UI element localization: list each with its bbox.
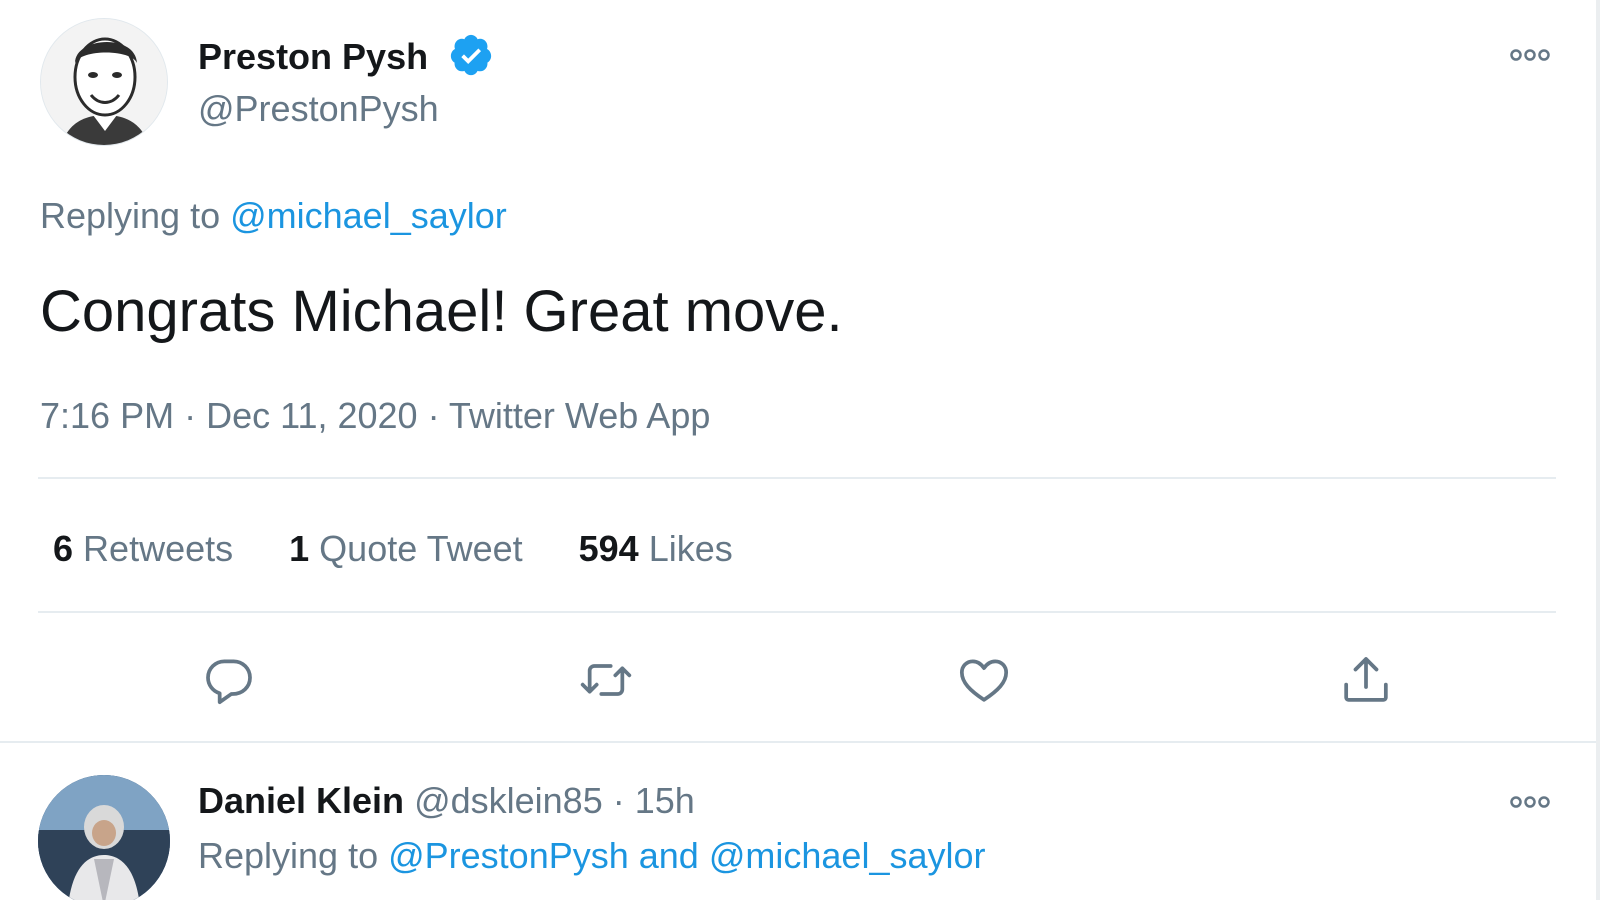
reply-header: Daniel Klein @dsklein85 · 15h: [198, 780, 695, 822]
quotes-label: Quote Tweet: [319, 528, 523, 569]
verified-badge-icon: [450, 34, 492, 76]
reply-author-avatar[interactable]: [38, 775, 170, 900]
reply-author-name[interactable]: Daniel Klein: [198, 780, 404, 821]
author-avatar[interactable]: [40, 18, 168, 146]
tweet-time[interactable]: 7:16 PM: [40, 395, 174, 436]
replying-to-prefix: Replying to: [40, 195, 231, 236]
author-name[interactable]: Preston Pysh: [198, 36, 428, 78]
reply-icon[interactable]: [201, 652, 257, 708]
likes-count: 594: [578, 528, 639, 569]
quotes-stat[interactable]: 1 Quote Tweet: [289, 528, 523, 570]
timeline-border: [1596, 0, 1600, 900]
reply-author-handle[interactable]: @dsklein85: [414, 780, 603, 821]
reply-time[interactable]: 15h: [635, 780, 695, 821]
replying-to-handle-2: @michael_saylor: [708, 835, 986, 876]
likes-label: Likes: [648, 528, 733, 569]
retweets-count: 6: [53, 528, 74, 569]
retweets-stat[interactable]: 6 Retweets: [53, 528, 233, 570]
retweets-label: Retweets: [83, 528, 234, 569]
more-options-icon[interactable]: [1506, 792, 1554, 812]
reply-replying-to-line: Replying to @PrestonPysh and @michael_sa…: [198, 835, 986, 877]
divider: [38, 611, 1556, 613]
avatar-photo: [38, 775, 170, 900]
tweet-metadata: 7:16 PM · Dec 11, 2020 · Twitter Web App: [40, 395, 710, 437]
reply-separator: ·: [602, 780, 635, 821]
author-handle[interactable]: @PrestonPysh: [198, 88, 439, 130]
avatar-portrait: [41, 19, 167, 145]
quotes-count: 1: [289, 528, 310, 569]
replying-to-line: Replying to @michael_saylor: [40, 195, 507, 237]
tweet-text: Congrats Michael! Great move.: [40, 279, 843, 344]
replying-to-prefix: Replying to: [198, 835, 389, 876]
replying-to-link[interactable]: @michael_saylor: [230, 195, 507, 236]
replying-to-link[interactable]: @PrestonPysh and @michael_saylor: [388, 835, 985, 876]
tweet-date[interactable]: Dec 11, 2020: [206, 395, 417, 436]
share-icon[interactable]: [1338, 652, 1394, 708]
retweet-icon[interactable]: [578, 652, 634, 708]
tweet-stats: 6 Retweets 1 Quote Tweet 594 Likes: [53, 528, 733, 570]
more-options-icon[interactable]: [1506, 45, 1554, 65]
replying-to-handle-1: @PrestonPysh: [388, 835, 629, 876]
divider: [0, 741, 1596, 743]
meta-separator: ·: [417, 395, 449, 436]
heart-icon[interactable]: [956, 652, 1012, 708]
tweet-detail-page: Preston Pysh @PrestonPysh Replying to @m…: [0, 0, 1600, 900]
divider: [38, 477, 1556, 479]
replying-to-joiner: and: [628, 835, 709, 876]
tweet-source[interactable]: Twitter Web App: [449, 395, 710, 436]
likes-stat[interactable]: 594 Likes: [579, 528, 733, 570]
meta-separator: ·: [174, 395, 207, 436]
